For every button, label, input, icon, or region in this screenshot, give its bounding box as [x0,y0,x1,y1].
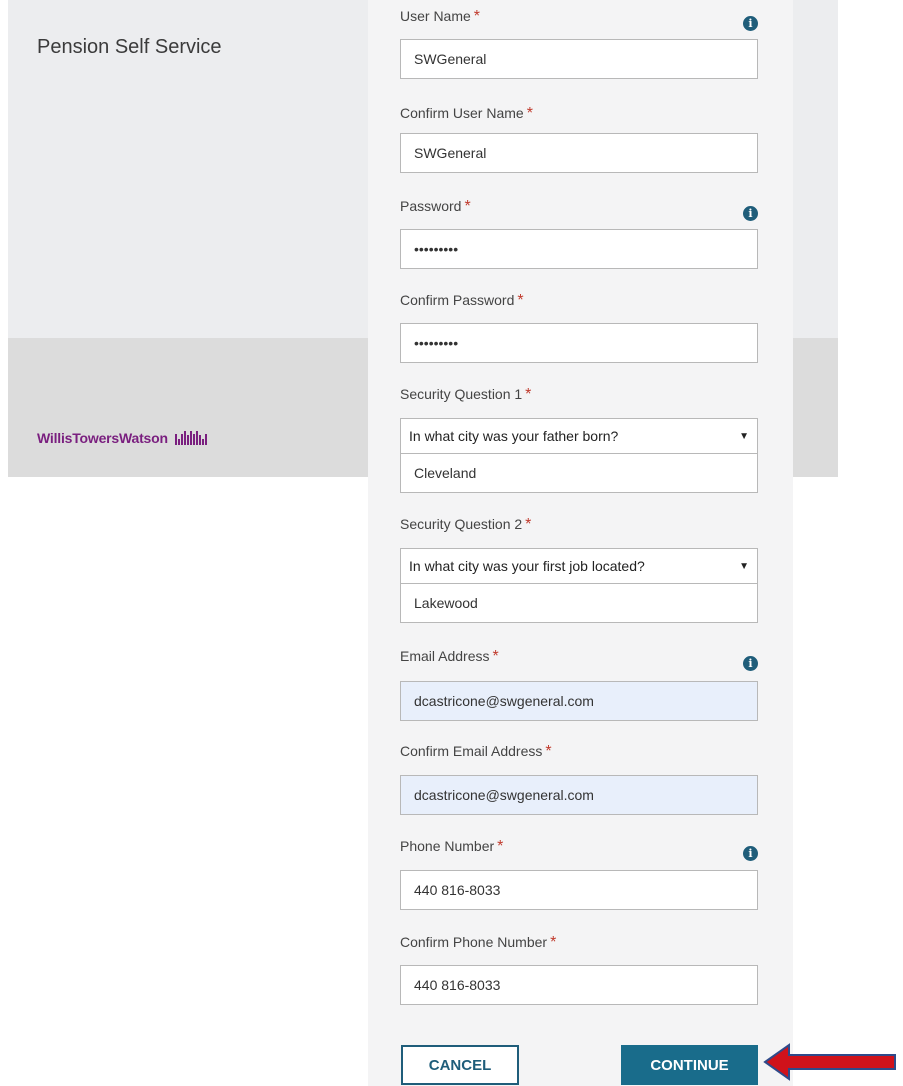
chevron-down-icon: ▼ [739,430,749,442]
required-mark: * [525,386,532,403]
logo-mark-icon [174,431,207,445]
security-question-2-selected: In what city was your first job located? [409,558,645,574]
info-icon[interactable]: i [743,206,758,221]
confirm-user-name-label: Confirm User Name [400,105,524,121]
user-name-input[interactable] [400,39,758,79]
registration-form: User Name* i Confirm User Name* Password… [368,0,793,1086]
required-mark: * [492,648,499,665]
cancel-button[interactable]: CANCEL [401,1045,519,1085]
user-name-label: User Name [400,8,471,24]
continue-button[interactable]: CONTINUE [621,1045,758,1085]
logo-text: WillisTowersWatson [37,430,168,446]
confirm-email-label: Confirm Email Address [400,743,543,759]
confirm-password-input[interactable] [400,323,758,363]
password-label: Password [400,198,462,214]
confirm-phone-field: Confirm Phone Number * [400,934,758,1005]
info-icon[interactable]: i [743,846,758,861]
email-input[interactable] [400,681,758,721]
confirm-phone-label: Confirm Phone Number [400,934,548,950]
phone-label: Phone Number [400,838,495,854]
phone-input[interactable] [400,870,758,910]
password-input[interactable] [400,229,758,269]
security-question-2-select[interactable]: In what city was your first job located?… [400,548,758,584]
required-mark: * [497,838,504,855]
info-icon[interactable]: i [743,16,758,31]
chevron-down-icon: ▼ [739,560,749,572]
required-mark: * [550,934,557,951]
security-answer-1-input[interactable] [400,454,758,493]
annotation-arrow-icon [763,1043,896,1081]
security-answer-2-input[interactable] [400,584,758,623]
required-mark: * [473,8,481,25]
confirm-password-field: Confirm Password * [400,292,758,363]
security-question-1-field: Security Question 1 * In what city was yo… [400,386,758,493]
required-mark: * [525,516,532,533]
security-question-2-field: Security Question 2 * In what city was yo… [400,516,758,623]
required-mark: * [464,198,471,215]
email-field: Email Address * i [400,648,758,721]
security-question-1-selected: In what city was your father born? [409,428,619,444]
email-label: Email Address [400,648,490,664]
info-icon[interactable]: i [743,656,758,671]
required-mark: * [517,292,524,309]
app-title: Pension Self Service [37,36,222,58]
user-name-field: User Name * i [400,8,758,79]
security-question-2-label: Security Question 2 [400,516,523,532]
required-mark: * [526,105,533,122]
confirm-phone-input[interactable] [400,965,758,1005]
phone-field: Phone Number * i [400,838,758,910]
security-question-1-select[interactable]: In what city was your father born? ▼ [400,418,758,454]
company-logo: WillisTowersWatson [37,430,211,446]
required-mark: * [545,743,552,760]
confirm-email-field: Confirm Email Address * [400,743,758,815]
confirm-password-label: Confirm Password [400,292,515,308]
security-question-1-label: Security Question 1 [400,386,523,402]
confirm-user-name-field: Confirm User Name * [400,105,758,173]
password-field: Password * i [400,198,758,269]
confirm-email-input[interactable] [400,775,758,815]
confirm-user-name-input[interactable] [400,133,758,173]
